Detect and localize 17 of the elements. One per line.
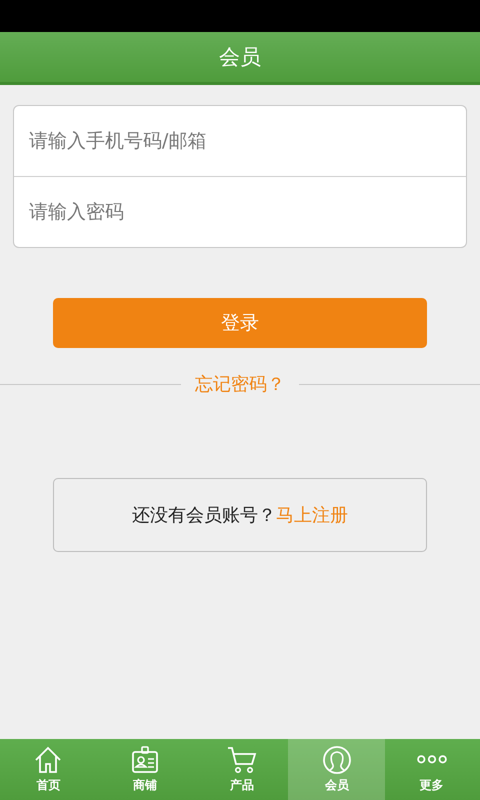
forgot-password-link[interactable]: 忘记密码？ — [195, 372, 285, 396]
page-title: 会员 — [219, 44, 261, 71]
tab[interactable]: 产品 — [194, 739, 290, 800]
register-prompt: 还没有会员账号？马上注册 — [132, 504, 348, 527]
phone-email-field[interactable]: 请输入手机号码/邮箱 — [13, 105, 467, 177]
tab[interactable]: 商铺 — [96, 739, 194, 800]
login-button[interactable]: 登录 — [53, 298, 427, 348]
password-field[interactable]: 请输入密码 — [13, 177, 467, 248]
home-icon — [33, 745, 64, 775]
tab[interactable]: 首页 — [0, 739, 97, 800]
shopping-cart-icon — [226, 745, 257, 775]
id-badge-icon — [130, 745, 160, 775]
more-icon — [416, 755, 447, 764]
register-link[interactable]: 马上注册 — [276, 505, 348, 526]
user-icon — [322, 745, 352, 775]
tab[interactable]: 更多 — [383, 739, 480, 800]
tab[interactable]: 会员 — [288, 739, 386, 800]
